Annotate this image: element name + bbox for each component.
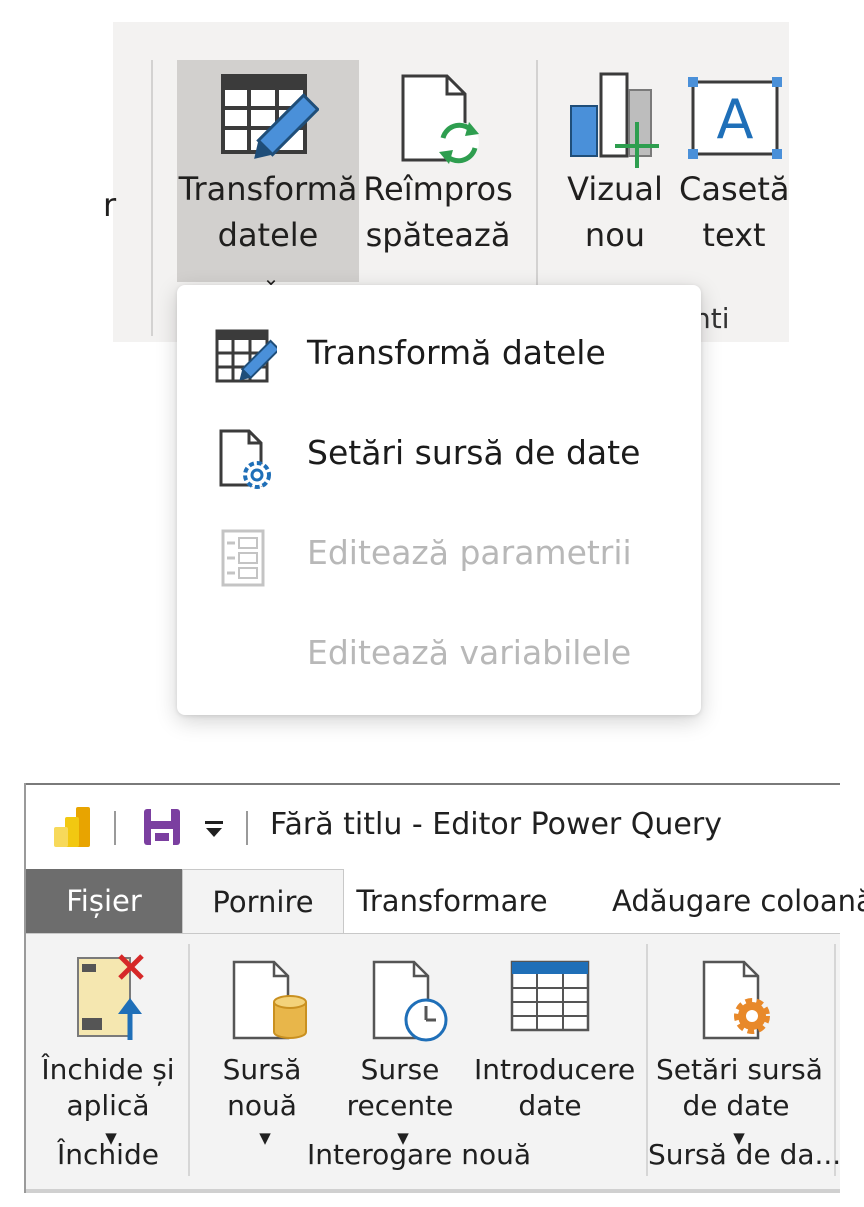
new-source-label-line2: nouă xyxy=(227,1089,297,1122)
group-label-close: Închide xyxy=(57,1138,159,1171)
enter-data-button[interactable]: Introducere date xyxy=(474,938,636,1128)
save-icon[interactable] xyxy=(142,807,182,851)
tab-file[interactable]: Fișier xyxy=(26,869,182,933)
home-ribbon: Închide și aplică ▼ Sursă nouă ▼ Surse r… xyxy=(26,933,842,1190)
titlebar-separator xyxy=(246,811,248,845)
ribbon-bottom-border xyxy=(26,1189,840,1193)
new-visual-label-line2: nou xyxy=(584,216,646,254)
close-apply-label-line1: Închide și xyxy=(41,1053,175,1086)
power-query-editor-window: Fără titlu - Editor Power Query Fișier P… xyxy=(24,783,864,1193)
menu-item-data-source-settings[interactable]: Setări sursă de date xyxy=(177,407,701,499)
menu-item-label: Setări sursă de date xyxy=(307,433,641,472)
parameters-icon xyxy=(213,527,277,595)
refresh-label-line2: spătează xyxy=(365,216,511,254)
table-grid-icon xyxy=(510,960,590,1043)
text-box-label-line1: Casetă xyxy=(679,170,790,208)
transform-data-label-line1: Transformă xyxy=(178,170,358,208)
new-source-label-line1: Sursă xyxy=(222,1053,302,1086)
recent-sources-button[interactable]: Surse recente ▼ xyxy=(338,938,462,1147)
enter-data-label-line2: date xyxy=(518,1089,582,1122)
transform-data-button[interactable]: Transformă datele ⌄ xyxy=(177,60,359,290)
document-refresh-icon xyxy=(399,72,489,180)
ribbon-separator xyxy=(151,60,153,336)
tab-home[interactable]: Pornire xyxy=(182,869,344,936)
new-visual-label-line1: Vizual xyxy=(567,170,663,208)
menu-item-transform-data[interactable]: Transformă datele xyxy=(177,307,701,399)
close-apply-button[interactable]: Închide și aplică ▼ xyxy=(40,938,176,1147)
text-box-label-line2: text xyxy=(702,216,766,254)
window-title: Fără titlu - Editor Power Query xyxy=(270,807,722,842)
data-source-settings-button[interactable]: Setări sursă de date ▼ xyxy=(656,938,823,1147)
transform-data-dropdown-menu: Transformă datele Setări sursă de date E… xyxy=(177,285,701,715)
table-pencil-icon xyxy=(213,327,281,395)
quick-access-dropdown-icon[interactable] xyxy=(202,817,226,845)
refresh-label-line1: Reîmpros xyxy=(363,170,513,208)
group-label-new-query: Interogare nouă xyxy=(307,1138,531,1171)
group-separator xyxy=(188,944,190,1176)
truncated-button-label: r xyxy=(103,186,117,224)
data-source-settings-label-line2: de date xyxy=(682,1089,790,1122)
document-gear-icon xyxy=(700,958,780,1053)
ribbon-tabs: Fișier Pornire Transformare Adăugare col… xyxy=(26,869,864,936)
document-database-icon xyxy=(230,958,310,1053)
group-label-data-source: Sursă de da... xyxy=(648,1138,842,1171)
table-pencil-icon xyxy=(219,72,320,178)
menu-item-label: Editează variabilele xyxy=(307,633,632,672)
text-box-icon: A xyxy=(687,76,783,172)
tab-transform[interactable]: Transformare xyxy=(356,869,548,933)
text-box-button[interactable]: A Casetă text xyxy=(679,60,789,300)
document-clock-icon xyxy=(370,958,454,1057)
close-apply-label-line2: aplică xyxy=(66,1089,150,1122)
menu-item-edit-parameters[interactable]: Editează parametrii xyxy=(177,507,701,599)
transform-data-label-line2: datele xyxy=(217,216,319,254)
title-bar: Fără titlu - Editor Power Query xyxy=(26,785,840,869)
close-apply-icon xyxy=(74,952,148,1053)
enter-data-label-line1: Introducere xyxy=(474,1053,636,1086)
menu-item-label: Editează parametrii xyxy=(307,533,632,572)
data-source-settings-label-line1: Setări sursă xyxy=(656,1053,823,1086)
power-bi-logo-icon xyxy=(52,805,92,853)
recent-sources-label-line2: recente xyxy=(346,1089,454,1122)
svg-text:A: A xyxy=(717,88,754,151)
menu-item-edit-variables[interactable]: Editează variabilele xyxy=(177,607,701,699)
recent-sources-label-line1: Surse xyxy=(360,1053,440,1086)
menu-item-label: Transformă datele xyxy=(307,333,606,372)
document-gear-icon xyxy=(213,427,277,495)
tab-add-column[interactable]: Adăugare coloană xyxy=(612,869,864,933)
new-visual-button[interactable]: Vizual nou xyxy=(559,60,671,300)
titlebar-separator xyxy=(114,811,116,845)
new-source-button[interactable]: Sursă nouă ▼ xyxy=(212,938,312,1147)
refresh-button[interactable]: Reîmpros spătează xyxy=(361,60,515,300)
